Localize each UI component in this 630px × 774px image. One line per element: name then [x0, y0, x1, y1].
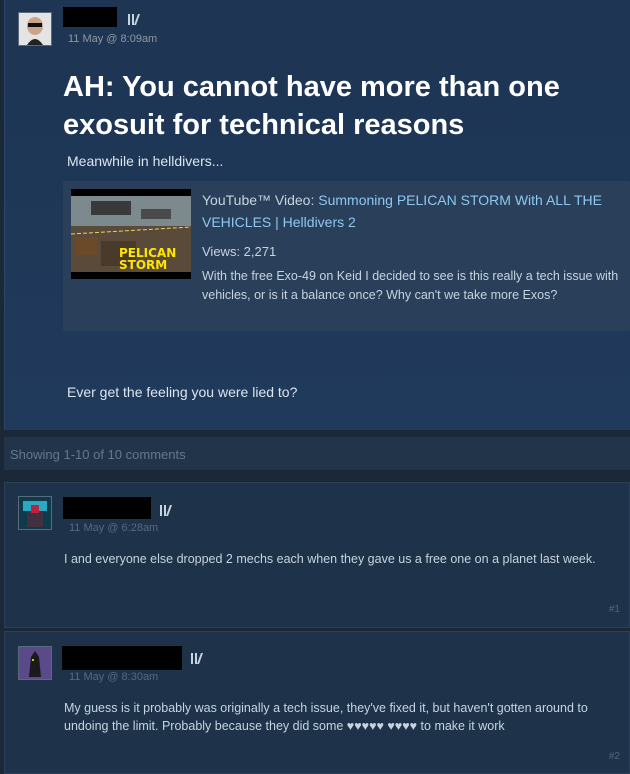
- player-badge-icon: [128, 12, 141, 30]
- comment-number[interactable]: #1: [609, 604, 620, 615]
- author-name-redacted: [63, 7, 117, 27]
- purple-dog-avatar-icon: [19, 647, 51, 679]
- video-thumbnail-image-icon: PELICAN STORM: [71, 189, 191, 279]
- video-views: Views: 2,271: [202, 244, 277, 259]
- commenter-name-redacted: [63, 497, 151, 519]
- embed-prefix: YouTube™ Video:: [202, 192, 319, 208]
- commenter-avatar[interactable]: [18, 496, 52, 530]
- cyan-game-avatar-icon: [19, 497, 51, 529]
- thumbnail-text-line2: STORM: [119, 258, 167, 272]
- video-thumbnail[interactable]: PELICAN STORM: [71, 189, 191, 279]
- commenter-avatar[interactable]: [18, 646, 52, 680]
- commenter-name-redacted: [62, 646, 182, 670]
- youtube-embed[interactable]: PELICAN STORM YouTube™ Video: Summoning …: [63, 181, 630, 331]
- comment-text: My guess is it probably was originally a…: [64, 701, 588, 733]
- post-title: AH: You cannot have more than one exosui…: [63, 71, 560, 141]
- comment-number[interactable]: #2: [609, 751, 620, 762]
- comment-text: I and everyone else dropped 2 mechs each…: [64, 552, 596, 566]
- comment-timestamp: 11 May @ 8:30am: [69, 671, 159, 683]
- comment-timestamp: 11 May @ 6:28am: [69, 522, 159, 534]
- player-badge-icon: [191, 651, 204, 669]
- post-intro: Meanwhile in helldivers...: [67, 153, 224, 169]
- post-timestamp: 11 May @ 8:09am: [68, 33, 158, 45]
- comments-count: Showing 1-10 of 10 comments: [4, 437, 630, 470]
- post-outro: Ever get the feeling you were lied to?: [67, 384, 298, 400]
- video-description: With the free Exo-49 on Keid I decided t…: [202, 269, 619, 302]
- bald-man-avatar-icon: [19, 13, 51, 45]
- author-avatar[interactable]: [18, 12, 52, 46]
- embed-heading: YouTube™ Video: Summoning PELICAN STORM …: [202, 189, 622, 233]
- player-badge-icon: [160, 503, 173, 521]
